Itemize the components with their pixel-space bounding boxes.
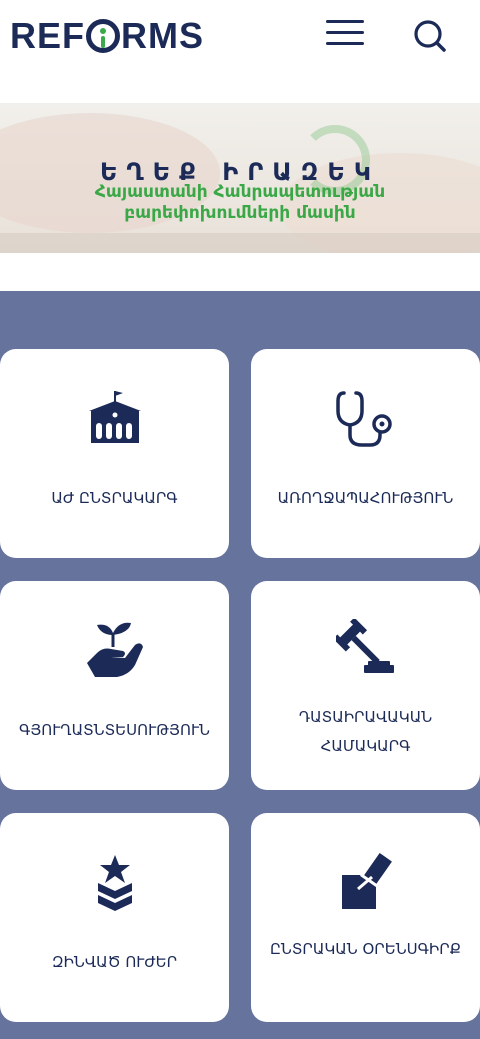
- logo-person-icon: [86, 19, 121, 53]
- category-card-healthcare[interactable]: ԱՌՈՂՋԱՊԱՀՈՒԹՅՈՒՆ: [251, 349, 480, 558]
- search-button[interactable]: [410, 18, 450, 54]
- military-rank-icon: [97, 855, 132, 911]
- hamburger-menu-button[interactable]: [326, 20, 366, 50]
- hamburger-icon: [326, 20, 364, 23]
- category-grid: ԱԺ ԸՆՏՐԱԿԱՐԳ ԱՌՈՂՋԱՊԱՀՈՒԹՅՈՒՆ ԳՅՈՒՂԱՏՆՏԵ…: [0, 291, 480, 1039]
- hamburger-icon-bar: [326, 42, 364, 45]
- hero-banner: ԵՂԵՔ ԻՐԱԶԵԿ Հայաստանի Հանրապետության բար…: [0, 103, 480, 253]
- gavel-icon: [335, 619, 394, 673]
- category-card-armed-forces[interactable]: ԶԻՆՎԱԾ ՈՒԺԵՐ: [0, 813, 229, 1022]
- category-card-judicial-system[interactable]: ԴԱՏԱԻՐԱՎԱԿԱՆ ՀԱՄԱԿԱՐԳ: [251, 581, 480, 790]
- hand-plant-icon: [86, 622, 143, 677]
- category-label: ԱԺ ԸՆՏՐԱԿԱՐԳ: [51, 489, 178, 507]
- logo-letter: F: [62, 15, 86, 56]
- reforms-logo[interactable]: R E F RMS: [10, 15, 205, 56]
- category-label: ԳՅՈՒՂԱՏՆՏԵՍՈՒԹՅՈՒՆ: [19, 721, 210, 739]
- category-card-agriculture[interactable]: ԳՅՈՒՂԱՏՆՏԵՍՈՒԹՅՈՒՆ: [0, 581, 229, 790]
- logo-letter: R: [10, 15, 37, 56]
- ballot-box-icon: [341, 851, 396, 909]
- logo-letter: E: [37, 15, 63, 56]
- logo-letter: RMS: [121, 15, 205, 56]
- banner-subtitle-line: բարեփոխումների մասին: [124, 203, 356, 223]
- hamburger-icon-bar: [326, 31, 364, 34]
- category-label: ԱՌՈՂՋԱՊԱՀՈՒԹՅՈՒՆ: [277, 489, 454, 507]
- search-icon: [414, 20, 446, 52]
- category-label: ԶԻՆՎԱԾ ՈՒԺԵՐ: [51, 953, 178, 971]
- site-header: R E F RMS: [0, 0, 480, 80]
- category-card-electoral-system[interactable]: ԱԺ ԸՆՏՐԱԿԱՐԳ: [0, 349, 229, 558]
- stethoscope-icon: [335, 391, 392, 447]
- category-card-electoral-code[interactable]: ԸՆՏՐԱԿԱՆ ՕՐԵՆՍԳԻՐՔ: [251, 813, 480, 1022]
- banner-subtitle: Հայաստանի Հանրապետության բարեփոխումների …: [0, 182, 480, 224]
- government-building-icon: [88, 391, 141, 443]
- category-label: ԸՆՏՐԱԿԱՆ ՕՐԵՆՍԳԻՐՔ: [269, 940, 462, 958]
- category-label: ԴԱՏԱԻՐԱՎԱԿԱՆ ՀԱՄԱԿԱՐԳ: [298, 708, 433, 755]
- banner-bottom-strip: [0, 233, 480, 253]
- banner-subtitle-line: Հայաստանի Հանրապետության: [94, 182, 386, 202]
